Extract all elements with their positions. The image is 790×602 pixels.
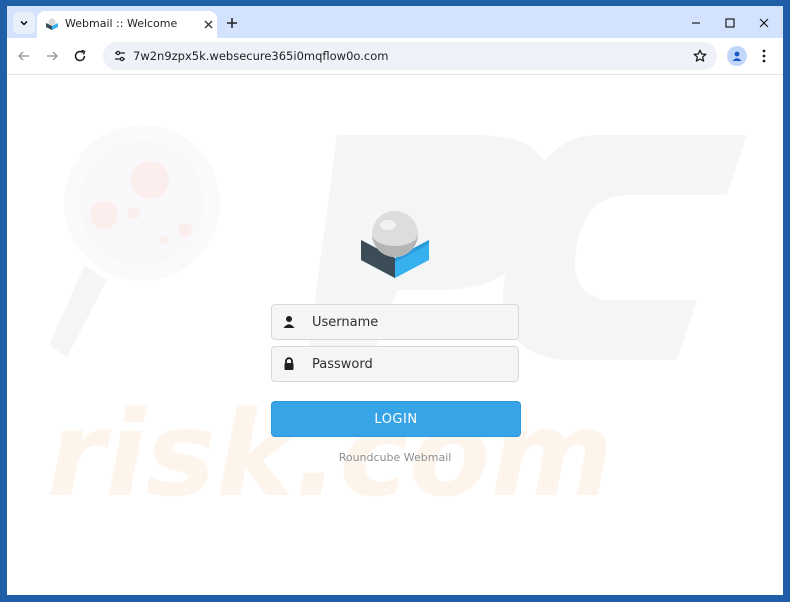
new-tab-button[interactable]: [223, 14, 241, 32]
tune-icon: [115, 50, 125, 62]
chevron-down-icon: [20, 20, 28, 26]
reload-icon: [74, 49, 86, 62]
tab-active[interactable]: Webmail :: Welcome: [37, 11, 217, 38]
username-field[interactable]: [271, 304, 522, 340]
forward-button[interactable]: [43, 47, 61, 65]
browser-menu-button[interactable]: [755, 47, 773, 65]
close-window-button[interactable]: [755, 14, 773, 32]
site-info-button[interactable]: [111, 47, 129, 65]
reload-button[interactable]: [71, 47, 89, 65]
password-input[interactable]: [306, 347, 522, 381]
arrow-left-icon: [17, 51, 29, 61]
roundcube-logo: [361, 211, 429, 278]
browser-toolbar: 7w2n9zpx5k.websecure365i0mqflow0o.com: [7, 38, 783, 75]
lock-icon: [272, 347, 306, 381]
product-name: Roundcube Webmail: [338, 451, 452, 464]
roundcube-favicon-icon: [46, 18, 58, 30]
username-input[interactable]: [306, 305, 522, 339]
tab-title: Webmail :: Welcome: [65, 17, 178, 30]
person-icon: [732, 51, 742, 61]
address-bar[interactable]: 7w2n9zpx5k.websecure365i0mqflow0o.com: [103, 42, 717, 70]
plus-icon: [227, 18, 237, 28]
tab-close-button[interactable]: [201, 17, 215, 31]
password-field[interactable]: [271, 346, 522, 382]
login-button[interactable]: LOGIN: [271, 401, 521, 437]
minimize-button[interactable]: [687, 14, 705, 32]
maximize-button[interactable]: [721, 14, 739, 32]
close-icon: [759, 18, 769, 28]
star-icon: [693, 49, 707, 62]
user-icon: [272, 305, 306, 339]
minimize-icon: [692, 22, 700, 24]
back-button[interactable]: [15, 47, 33, 65]
page-content: risk.com LOGIN Rou: [7, 75, 783, 595]
url-text: 7w2n9zpx5k.websecure365i0mqflow0o.com: [133, 49, 389, 63]
tab-search-button[interactable]: [13, 12, 35, 34]
close-icon: [204, 20, 212, 28]
browser-window: Webmail :: Welcome 7w2n9zpx5k.websecure3…: [7, 6, 783, 595]
maximize-icon: [725, 18, 735, 28]
arrow-right-icon: [47, 51, 59, 61]
tab-strip: Webmail :: Welcome: [7, 6, 783, 38]
bookmark-button[interactable]: [691, 47, 709, 65]
profile-button[interactable]: [727, 46, 747, 66]
kebab-menu-icon: [762, 49, 766, 63]
